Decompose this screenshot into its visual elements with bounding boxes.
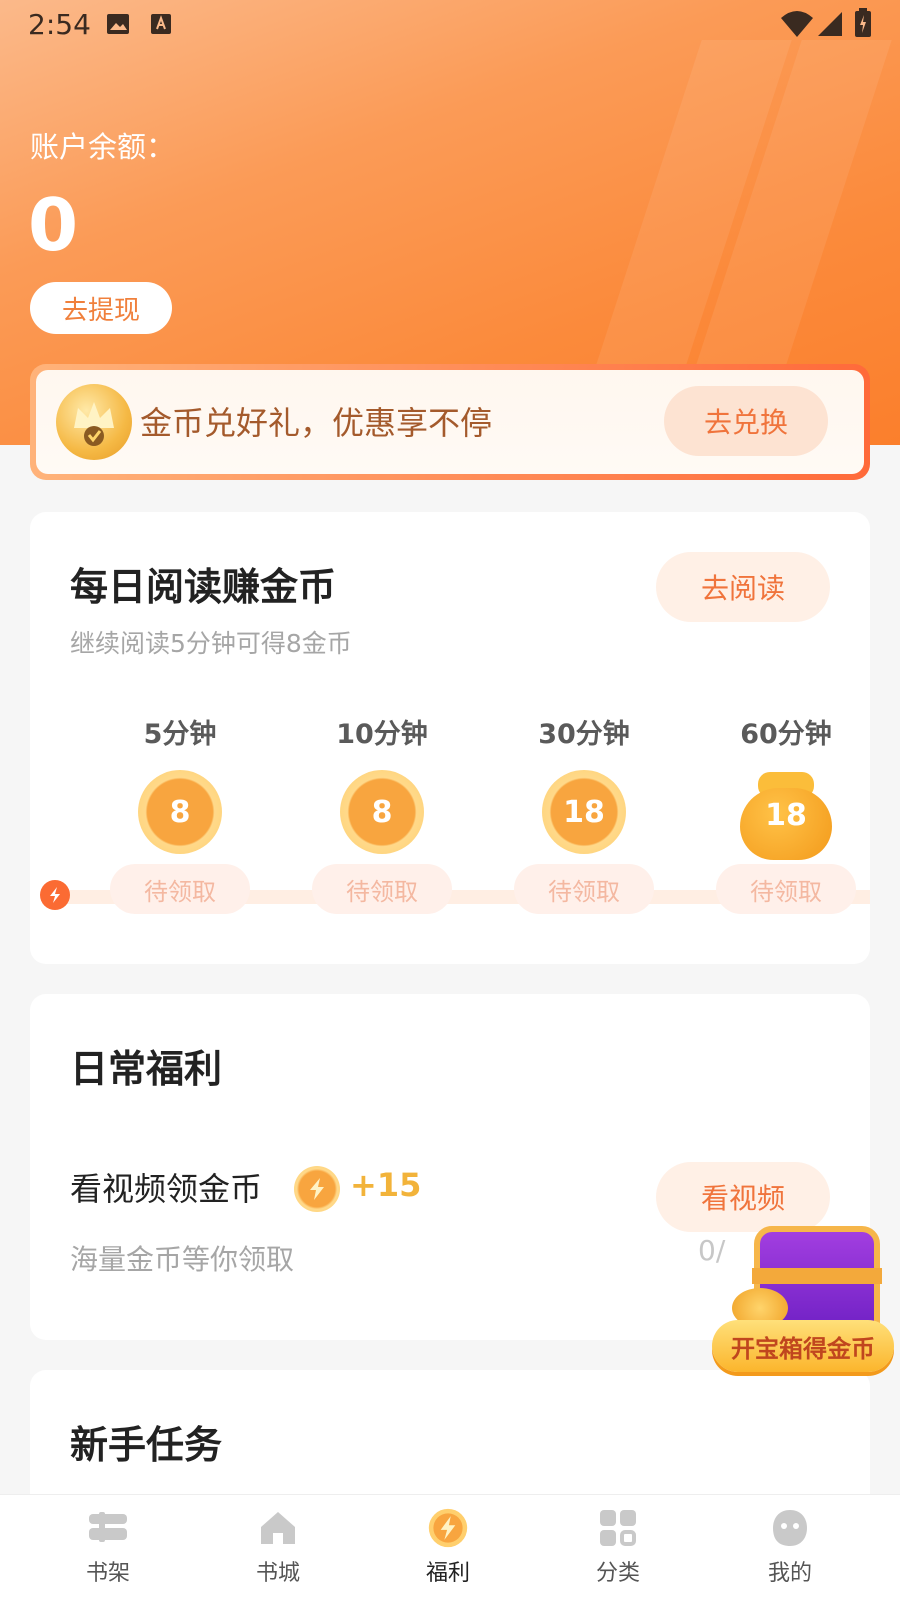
text-icon [150, 13, 172, 39]
bolt-coin-icon [427, 1507, 469, 1549]
tab-bookstore[interactable]: 书城 [218, 1507, 338, 1587]
bottom-tab-bar: 书架 书城 福利 分类 我的 [0, 1494, 900, 1601]
milestone-status[interactable]: 待领取 [514, 864, 654, 914]
newbie-tasks-title: 新手任务 [70, 1423, 223, 1467]
home-icon [257, 1507, 299, 1549]
video-task-title: 看视频领金币 [70, 1170, 263, 1208]
coin-bag-icon: 18 [736, 770, 836, 860]
tab-profile[interactable]: 我的 [730, 1507, 850, 1587]
milestone-status[interactable]: 待领取 [716, 864, 856, 914]
daily-reading-subtitle: 继续阅读5分钟可得8金币 [70, 629, 352, 658]
go-read-button[interactable]: 去阅读 [656, 552, 830, 622]
coin-icon: 8 [340, 770, 424, 854]
coin-icon: 8 [138, 770, 222, 854]
treasure-chest-button[interactable]: 开宝箱得金币 [712, 1208, 900, 1378]
crown-icon [56, 384, 132, 460]
image-icon [106, 13, 130, 39]
coin-icon: 18 [542, 770, 626, 854]
treasure-chest-label: 开宝箱得金币 [712, 1320, 894, 1372]
lightning-coin-icon [294, 1166, 340, 1212]
promo-banner[interactable]: 金币兑好礼，优惠享不停 去兑换 [30, 364, 870, 480]
tab-benefits[interactable]: 福利 [388, 1507, 508, 1587]
tab-bookshelf[interactable]: 书架 [48, 1507, 168, 1587]
promo-banner-inner: 金币兑好礼，优惠享不停 去兑换 [36, 370, 864, 474]
milestone-coins: 8 [371, 794, 393, 830]
tab-label: 书架 [85, 1561, 130, 1586]
tab-label: 福利 [425, 1561, 470, 1586]
tab-label: 分类 [595, 1561, 640, 1586]
milestone-label: 60分钟 [740, 719, 832, 750]
milestone-label: 30分钟 [538, 719, 630, 750]
milestone-label: 5分钟 [143, 719, 217, 750]
status-bar: 2:54 [0, 0, 900, 50]
withdraw-button[interactable]: 去提现 [30, 282, 172, 334]
wifi-icon [780, 10, 814, 42]
tab-categories[interactable]: 分类 [558, 1507, 678, 1587]
milestone-label: 10分钟 [336, 719, 428, 750]
bolt-icon [40, 880, 70, 910]
daily-reading-title: 每日阅读赚金币 [70, 565, 337, 609]
video-task-reward: +15 [350, 1166, 422, 1204]
milestone-status[interactable]: 待领取 [110, 864, 250, 914]
exchange-button[interactable]: 去兑换 [664, 386, 828, 456]
milestone-coins: 8 [169, 794, 191, 830]
grid-icon [597, 1507, 639, 1549]
tab-label: 我的 [767, 1561, 812, 1586]
video-task-subtitle: 海量金币等你领取 [70, 1243, 295, 1276]
balance-value: 0 [28, 183, 79, 267]
milestone-coins: 18 [765, 798, 807, 833]
battery-icon [854, 8, 872, 42]
milestone-status[interactable]: 待领取 [312, 864, 452, 914]
daily-benefits-title: 日常福利 [70, 1047, 223, 1091]
tab-label: 书城 [255, 1561, 300, 1586]
bookshelf-icon [87, 1507, 129, 1549]
promo-text: 金币兑好礼，优惠享不停 [140, 404, 493, 442]
status-time: 2:54 [28, 8, 91, 41]
milestone-coins: 18 [563, 794, 605, 830]
daily-reading-card: 每日阅读赚金币 去阅读 继续阅读5分钟可得8金币 5分钟 8 待领取 10分钟 … [30, 512, 870, 964]
balance-label: 账户余额： [30, 130, 176, 164]
profile-icon [769, 1507, 811, 1549]
signal-icon [816, 10, 844, 42]
